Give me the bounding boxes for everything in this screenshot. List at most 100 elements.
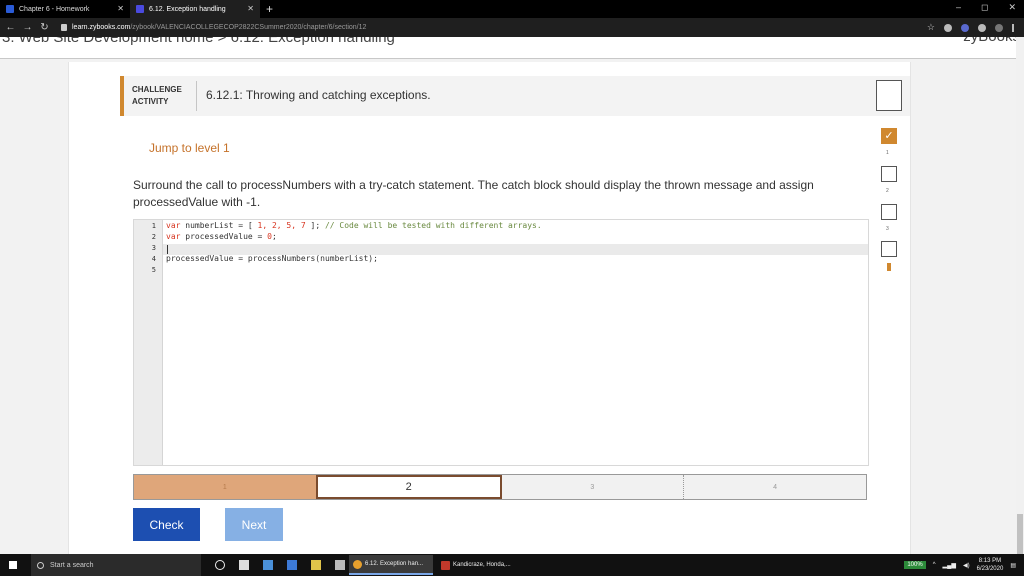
window-controls: – ◻ ✕ (956, 2, 1016, 13)
code-line-1[interactable]: var numberList = [ 1, 2, 5, 7 ]; // Code… (166, 221, 542, 230)
reload-icon[interactable]: ↻ (38, 22, 51, 33)
close-tab-icon[interactable]: ✕ (117, 4, 124, 13)
keyword: var (166, 221, 181, 230)
cortana-icon[interactable] (215, 560, 225, 570)
instructions-text: Surround the call to processNumbers with… (133, 178, 814, 209)
taskbar-app-label: 6.12. Exception han... (365, 561, 424, 567)
label-line: CHALLENGE (132, 85, 182, 94)
text-cursor (167, 245, 168, 254)
clock-date: 6/23/2020 (976, 566, 1004, 572)
number-literals: 1, 2, 5, 7 (257, 221, 306, 230)
level-box-icon[interactable] (881, 241, 897, 257)
close-window-button[interactable]: ✕ (1008, 2, 1016, 13)
taskbar-app-chrome[interactable]: 6.12. Exception han... (349, 555, 433, 575)
network-icon[interactable]: ▂▄▆ (943, 562, 956, 569)
maximize-button[interactable]: ◻ (981, 2, 988, 13)
back-arrow-icon[interactable]: ← (4, 22, 17, 33)
search-placeholder: Start a search (50, 561, 94, 569)
level-4-segment[interactable]: 4 (684, 475, 866, 499)
forward-arrow-icon[interactable]: → (21, 22, 34, 33)
bookmark-star-icon[interactable]: ☆ (927, 22, 935, 33)
current-level-marker (887, 263, 891, 271)
taskbar-app-second[interactable]: Kandicraze, Honda,... (437, 555, 521, 575)
minimize-button[interactable]: – (956, 2, 961, 13)
level-complete-check-icon[interactable]: ✓ (881, 128, 897, 144)
bookmark-icon[interactable] (876, 80, 902, 111)
side-level-number: 2 (886, 188, 889, 194)
new-tab-button[interactable]: + (266, 2, 273, 16)
page-scrollbar[interactable] (1016, 37, 1024, 558)
menu-icon[interactable] (1012, 23, 1014, 32)
line-number: 2 (151, 233, 156, 241)
extension-icon[interactable] (961, 23, 969, 32)
clock-time: 8:13 PM (978, 558, 1002, 564)
tab-title: Chapter 6 - Homework (19, 5, 90, 13)
url-path: /zybook/VALENCIACOLLEGECOP2822CSummer202… (130, 24, 367, 31)
label-line: ACTIVITY (132, 97, 169, 106)
zybooks-logo[interactable]: zyBooks (963, 37, 1020, 45)
side-level-number: 3 (886, 226, 889, 232)
task-view-icon[interactable] (239, 560, 249, 570)
code-text: processedValue = (180, 232, 268, 241)
line-number: 4 (151, 255, 156, 263)
browser-tab-chapter6[interactable]: Chapter 6 - Homework ✕ (0, 0, 130, 18)
code-line-2[interactable]: var processedValue = 0; (166, 232, 277, 241)
code-line-4[interactable]: processedValue = processNumbers(numberLi… (166, 254, 378, 263)
code-editor[interactable]: 1 2 3 4 5 var numberList = [ 1, 2, 5, 7 … (133, 219, 869, 466)
battery-indicator[interactable]: 100% (904, 561, 926, 569)
volume-icon[interactable]: ◀) (963, 562, 970, 569)
code-text: numberList = [ (180, 221, 258, 230)
scrollbar-thumb[interactable] (1017, 514, 1023, 558)
challenge-activity-header: CHALLENGE ACTIVITY 6.12.1: Throwing and … (120, 76, 910, 116)
address-bar: ← → ↻ learn.zybooks.com/zybook/VALENCIAC… (0, 18, 1024, 37)
side-level-number: 1 (886, 150, 889, 156)
line-number: 3 (151, 244, 156, 252)
challenge-activity-label: CHALLENGE ACTIVITY (132, 84, 190, 108)
app-icon (441, 560, 450, 570)
extension-icon[interactable] (978, 23, 986, 32)
windows-taskbar: Start a search 6.12. Exception han... Ka… (0, 554, 1024, 576)
level-1-segment[interactable]: 1 (134, 475, 316, 499)
zybooks-favicon (136, 5, 144, 13)
browser-tab-exception-handling[interactable]: 6.12. Exception handling ✕ (130, 0, 260, 18)
lock-icon (61, 24, 67, 31)
taskbar-search[interactable]: Start a search (31, 554, 201, 576)
tab-title: 6.12. Exception handling (149, 5, 226, 13)
check-button[interactable]: Check (133, 508, 200, 541)
line-number: 1 (151, 222, 156, 230)
mail-icon[interactable] (311, 560, 321, 570)
tray-chevron-icon[interactable]: ^ (933, 562, 936, 568)
onedrive-icon[interactable] (335, 560, 345, 570)
file-explorer-icon[interactable] (263, 560, 273, 570)
notifications-icon[interactable]: ▤ (1010, 562, 1016, 569)
header-divider (196, 81, 197, 111)
system-tray: 100% ^ ▂▄▆ ◀) 8:13 PM 6/23/2020 ▤ (904, 554, 1016, 576)
level-2-segment[interactable]: 2 (315, 475, 502, 499)
taskbar-app-label: Kandicraze, Honda,... (453, 562, 511, 568)
extensions-area: ☆ (927, 22, 1014, 33)
level-progress-bar: 1 2 3 4 (133, 474, 867, 500)
code-text: ; (271, 232, 277, 241)
page-header: 3. Web Site Development home > 6.12: Exc… (0, 37, 1024, 59)
url-field[interactable]: learn.zybooks.com/zybook/VALENCIACOLLEGE… (72, 24, 366, 31)
extension-icon[interactable] (944, 23, 952, 32)
level-box-icon[interactable] (881, 166, 897, 182)
zybooks-favicon (6, 5, 14, 13)
clock[interactable]: 8:13 PM 6/23/2020 (977, 557, 1004, 573)
level-box-icon[interactable] (881, 204, 897, 220)
browser-tab-bar: Chapter 6 - Homework ✕ 6.12. Exception h… (0, 0, 1024, 18)
jump-to-level-link[interactable]: Jump to level 1 (149, 141, 230, 155)
level-3-segment[interactable]: 3 (502, 475, 685, 499)
activity-title: 6.12.1: Throwing and catching exceptions… (206, 88, 431, 102)
chrome-icon (353, 559, 362, 569)
profile-avatar[interactable] (995, 23, 1003, 32)
url-host: learn.zybooks.com (72, 24, 131, 31)
line-number: 5 (151, 266, 156, 274)
windows-start-icon[interactable] (9, 561, 17, 569)
code-comment: // Code will be tested with different ar… (324, 221, 542, 230)
code-text: ]; (305, 221, 325, 230)
store-icon[interactable] (287, 560, 297, 570)
breadcrumb[interactable]: 3. Web Site Development home > 6.12: Exc… (2, 37, 395, 46)
close-tab-icon[interactable]: ✕ (247, 4, 254, 13)
next-button[interactable]: Next (225, 508, 283, 541)
